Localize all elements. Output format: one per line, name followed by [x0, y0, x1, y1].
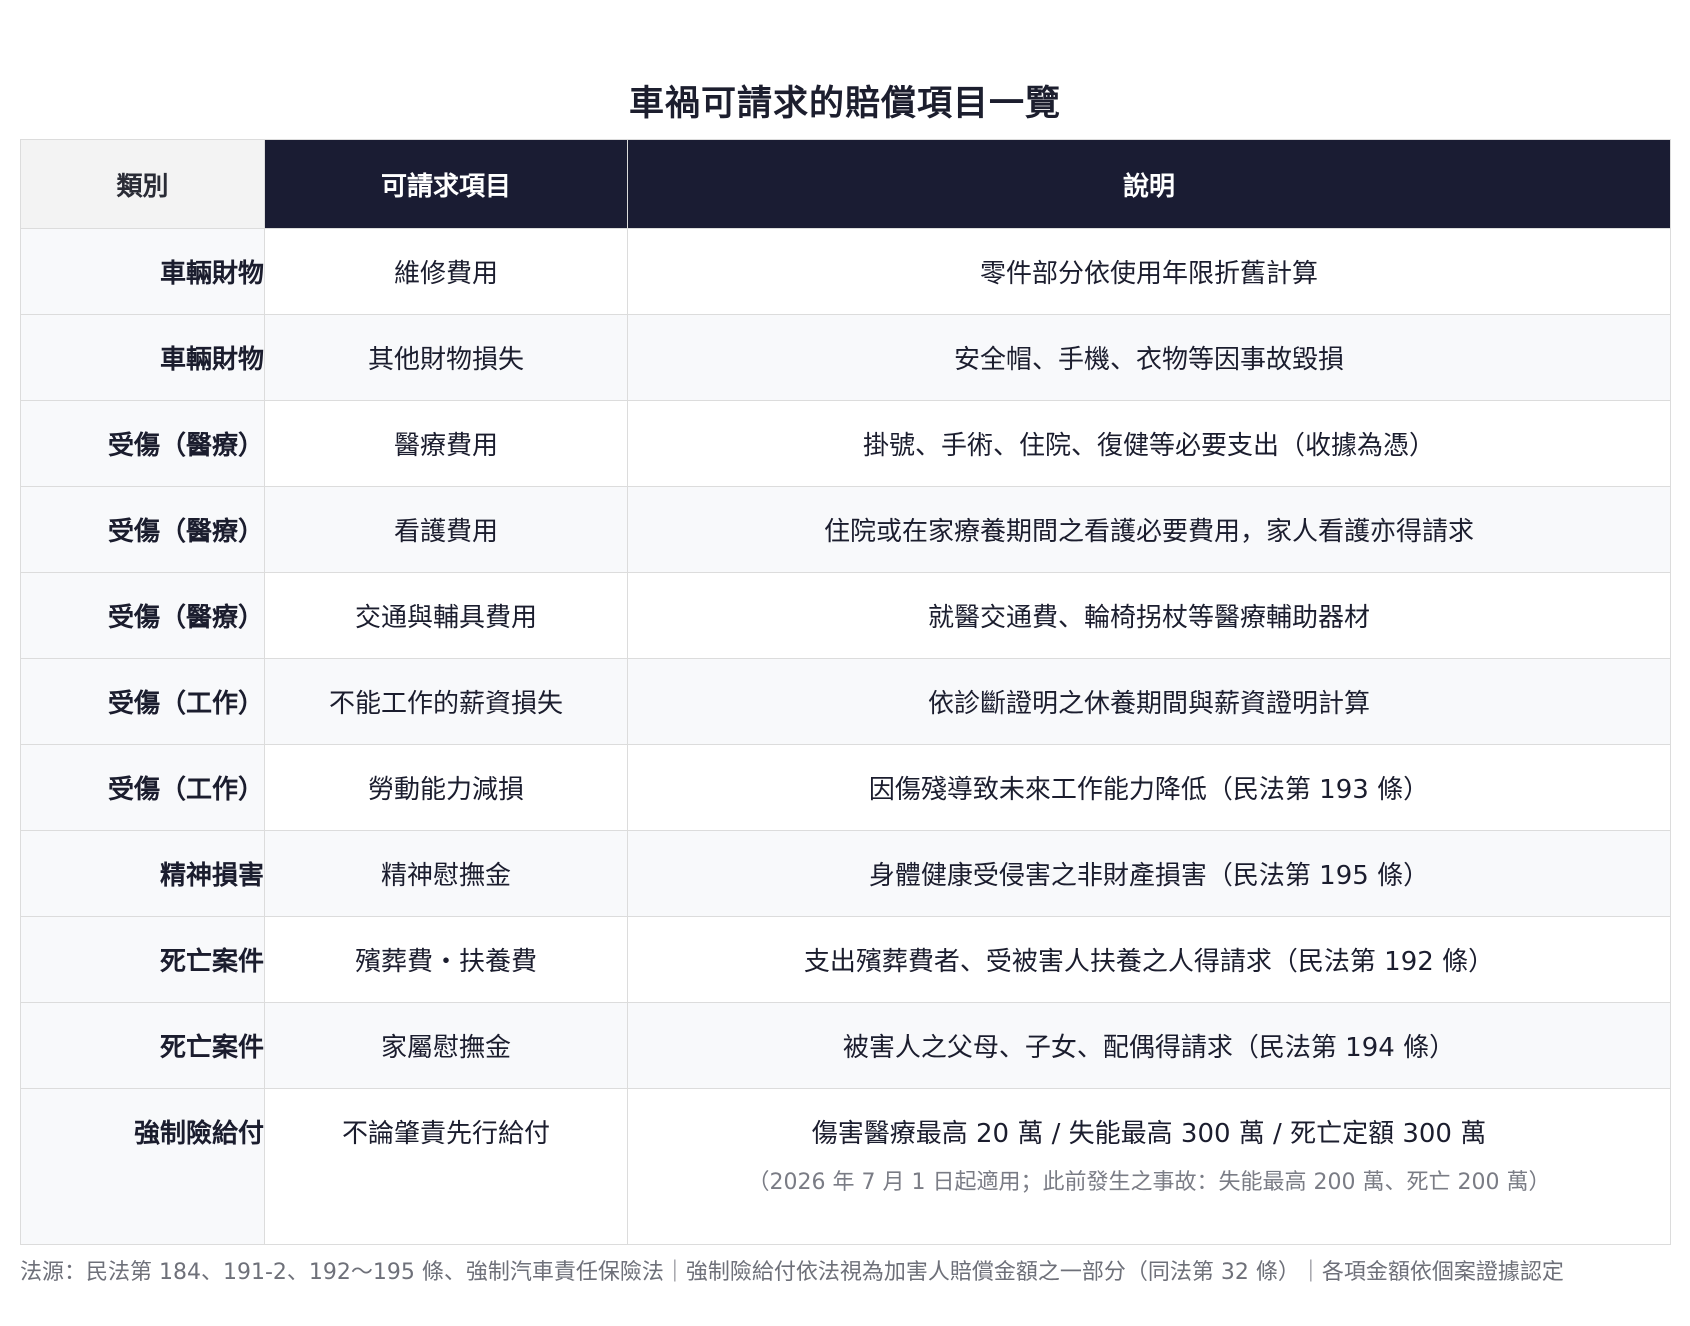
row-description: 因傷殘導致未來工作能力降低（民法第 193 條）: [627, 744, 1671, 831]
footer-source-note: 法源：民法第 184、191-2、192～195 條、強制汽車責任保險法｜強制險…: [20, 1260, 1564, 1285]
table-header-row: 類別 可請求項目 說明: [20, 139, 1671, 229]
row-item: 不論肇責先行給付: [264, 1088, 628, 1245]
row-category: 強制險給付: [20, 1088, 265, 1245]
row-item: 其他財物損失: [264, 314, 628, 401]
compensation-table: 類別 可請求項目 說明 車輛財物 維修費用 零件部分依使用年限折舊計算 車輛財物…: [20, 139, 1671, 1245]
table-row: 受傷（工作） 勞動能力減損 因傷殘導致未來工作能力降低（民法第 193 條）: [20, 744, 1671, 831]
row-description: 支出殯葬費者、受被害人扶養之人得請求（民法第 192 條）: [627, 916, 1671, 1003]
row-item: 精神慰撫金: [264, 830, 628, 917]
row-category: 受傷（醫療）: [20, 400, 265, 487]
row-item: 家屬慰撫金: [264, 1002, 628, 1089]
table-row: 車輛財物 維修費用 零件部分依使用年限折舊計算: [20, 228, 1671, 315]
table-row: 受傷（工作） 不能工作的薪資損失 依診斷證明之休養期間與薪資證明計算: [20, 658, 1671, 745]
table-row: 受傷（醫療） 交通與輔具費用 就醫交通費、輪椅拐杖等醫療輔助器材: [20, 572, 1671, 659]
row-category: 車輛財物: [20, 228, 265, 315]
row-description-cell: 傷害醫療最高 20 萬 / 失能最高 300 萬 / 死亡定額 300 萬 （2…: [627, 1088, 1671, 1245]
table-row: 死亡案件 家屬慰撫金 被害人之父母、子女、配偶得請求（民法第 194 條）: [20, 1002, 1671, 1089]
row-description: 就醫交通費、輪椅拐杖等醫療輔助器材: [627, 572, 1671, 659]
table-row: 死亡案件 殯葬費・扶養費 支出殯葬費者、受被害人扶養之人得請求（民法第 192 …: [20, 916, 1671, 1003]
row-description: 身體健康受侵害之非財產損害（民法第 195 條）: [627, 830, 1671, 917]
row-item: 看護費用: [264, 486, 628, 573]
row-item: 醫療費用: [264, 400, 628, 487]
row-category: 受傷（工作）: [20, 658, 265, 745]
row-description: 掛號、手術、住院、復健等必要支出（收據為憑）: [627, 400, 1671, 487]
row-description: 零件部分依使用年限折舊計算: [627, 228, 1671, 315]
row-category: 受傷（醫療）: [20, 572, 265, 659]
row-category: 死亡案件: [20, 916, 265, 1003]
table-row: 車輛財物 其他財物損失 安全帽、手機、衣物等因事故毀損: [20, 314, 1671, 401]
row-description: 傷害醫療最高 20 萬 / 失能最高 300 萬 / 死亡定額 300 萬: [811, 1119, 1487, 1149]
row-item: 殯葬費・扶養費: [264, 916, 628, 1003]
row-category: 精神損害: [20, 830, 265, 917]
table-row: 強制險給付 不論肇責先行給付 傷害醫療最高 20 萬 / 失能最高 300 萬 …: [20, 1088, 1671, 1245]
header-category: 類別: [20, 139, 265, 229]
header-description: 說明: [627, 139, 1671, 229]
page-title: 車禍可請求的賠償項目一覽: [628, 84, 1061, 125]
row-item: 維修費用: [264, 228, 628, 315]
row-item: 勞動能力減損: [264, 744, 628, 831]
row-category: 死亡案件: [20, 1002, 265, 1089]
row-description-note: （2026 年 7 月 1 日起適用；此前發生之事故：失能最高 200 萬、死亡…: [747, 1170, 1551, 1195]
header-item: 可請求項目: [264, 139, 628, 229]
table-row: 精神損害 精神慰撫金 身體健康受侵害之非財產損害（民法第 195 條）: [20, 830, 1671, 917]
row-item: 不能工作的薪資損失: [264, 658, 628, 745]
row-item: 交通與輔具費用: [264, 572, 628, 659]
row-category: 受傷（工作）: [20, 744, 265, 831]
row-category: 受傷（醫療）: [20, 486, 265, 573]
row-category: 車輛財物: [20, 314, 265, 401]
row-description: 住院或在家療養期間之看護必要費用，家人看護亦得請求: [627, 486, 1671, 573]
table-row: 受傷（醫療） 看護費用 住院或在家療養期間之看護必要費用，家人看護亦得請求: [20, 486, 1671, 573]
table-row: 受傷（醫療） 醫療費用 掛號、手術、住院、復健等必要支出（收據為憑）: [20, 400, 1671, 487]
row-description: 被害人之父母、子女、配偶得請求（民法第 194 條）: [627, 1002, 1671, 1089]
row-description: 依診斷證明之休養期間與薪資證明計算: [627, 658, 1671, 745]
row-description: 安全帽、手機、衣物等因事故毀損: [627, 314, 1671, 401]
